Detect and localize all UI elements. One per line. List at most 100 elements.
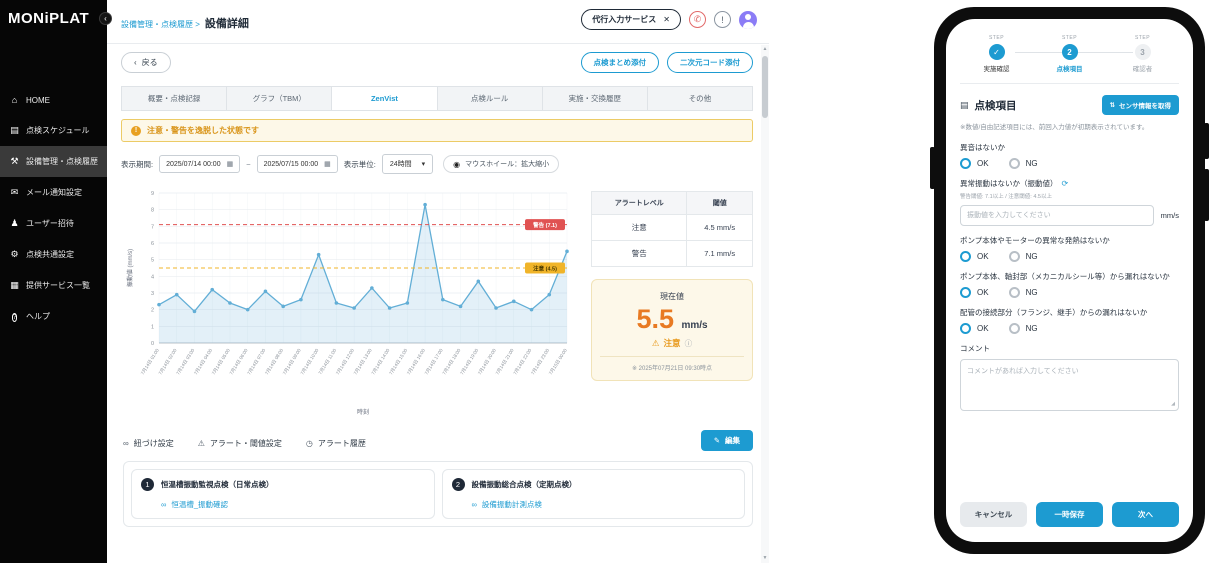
sidebar-item-services[interactable]: ▦ 提供サービス一覧 xyxy=(0,270,107,301)
inspection-link[interactable]: ∞ 設備振動計測点検 xyxy=(472,499,736,510)
mail-icon: ✉ xyxy=(10,187,19,197)
phone-side-button xyxy=(930,147,935,189)
cancel-button[interactable]: キャンセル xyxy=(960,502,1027,527)
comment-box: ◢ xyxy=(960,359,1179,412)
phone-header: ▤ 点検項目 ⇅ センサ情報を取得 xyxy=(960,95,1179,115)
phone-volume-button xyxy=(1204,123,1209,159)
tab-alert-history[interactable]: ◷ アラート履歴 xyxy=(306,438,366,449)
question-text: 異音はないか xyxy=(960,143,1005,153)
cell-caution-value: 4.5 mm/s xyxy=(686,214,753,241)
breadcrumb: 設備管理・点検履歴 > 設備詳細 xyxy=(121,15,249,31)
tab-alert-threshold-settings[interactable]: ⚠ アラート・閾値設定 xyxy=(198,438,282,449)
question-pipe-leak: 配管の接続部分（フランジ、継手）からの漏れはないか OK NG xyxy=(960,307,1179,335)
tab-zenvist[interactable]: ZenVist xyxy=(332,86,438,111)
check-icon: ✓ xyxy=(993,47,1000,57)
tab-label: アラート履歴 xyxy=(317,438,366,448)
tab-inspection-rules[interactable]: 点検ルール xyxy=(437,86,543,111)
vibration-value-input[interactable] xyxy=(960,205,1154,227)
sensor-icon: ⇅ xyxy=(1109,102,1115,109)
linked-inspection-card: 2 設備振動総合点検（定期点検） ∞ 設備振動計測点検 xyxy=(441,469,745,519)
sidebar-item-label: 点検スケジュール xyxy=(26,126,90,135)
save-draft-button[interactable]: 一時保存 xyxy=(1036,502,1103,527)
help-icon: ? xyxy=(11,313,18,322)
radio-label: OK xyxy=(977,159,989,169)
comment-textarea[interactable] xyxy=(960,359,1179,412)
sidebar-item-home[interactable]: ⌂ HOME xyxy=(0,85,107,115)
scrollbar-up-arrow[interactable]: ▲ xyxy=(761,45,769,54)
svg-text:9: 9 xyxy=(151,191,154,197)
table-row: 注意 4.5 mm/s xyxy=(590,214,753,241)
notification-icon[interactable]: ! xyxy=(714,11,731,28)
current-value-timestamp: ※ 2025年07月21日 09:30時点 xyxy=(600,356,744,372)
sidebar-item-label: 提供サービス一覧 xyxy=(26,281,90,290)
step-3-approver[interactable]: STEP 3 確認者 xyxy=(1106,35,1179,73)
breadcrumb-parent-link[interactable]: 設備管理・点検履歴 > xyxy=(121,19,200,30)
radio-label: NG xyxy=(1025,252,1038,262)
sidebar-collapse-button[interactable]: ‹ xyxy=(99,12,112,25)
display-unit-select[interactable]: 24時間 ▾ xyxy=(381,154,434,174)
link-icon: ∞ xyxy=(471,500,477,509)
scrollbar-down-arrow[interactable]: ▼ xyxy=(761,554,769,563)
sidebar-item-common-settings[interactable]: ⚙ 点検共通設定 xyxy=(0,239,107,270)
proxy-input-service-button[interactable]: 代行入力サービス ✕ xyxy=(581,9,681,30)
status-badge: ⚠ 注意 ⓘ xyxy=(600,337,744,349)
svg-text:7: 7 xyxy=(151,224,154,230)
avatar[interactable] xyxy=(739,10,757,29)
date-to-input[interactable]: 2025/07/15 00:00 ▦ xyxy=(256,155,338,173)
info-icon[interactable]: ⓘ xyxy=(685,338,693,349)
sidebar-item-equipment-history[interactable]: ⚒ 設備管理・点検履歴 xyxy=(0,146,107,177)
chart-controls: 表示期間: 2025/07/14 00:00 ▦ ~ 2025/07/15 00… xyxy=(121,154,753,174)
sidebar-item-user-invite[interactable]: ♟ ユーザー招待 xyxy=(0,208,107,239)
refresh-icon[interactable]: ⟳ xyxy=(1062,179,1069,188)
radio-ok[interactable]: OK xyxy=(960,287,989,299)
vibration-chart[interactable]: 0 1 2 3 4 5 6 7 8 9 警告 (7.1) 注意 (4.5) 7月14日 01:00 7月1… xyxy=(123,183,585,417)
radio-ok[interactable]: OK xyxy=(960,323,989,335)
resize-grip-icon[interactable]: ◢ xyxy=(1171,401,1175,407)
alert-side-panel: アラートレベル 閾値 注意 4.5 mm/s 警告 7.1 mm/s 現在値 5… xyxy=(590,191,753,382)
svg-text:時刻: 時刻 xyxy=(357,408,369,416)
cell-caution-level: 注意 xyxy=(590,214,688,241)
step-1-confirm[interactable]: STEP ✓ 実施確認 xyxy=(960,35,1033,73)
attach-inspection-summary-button[interactable]: 点検まとめ添付 xyxy=(580,52,659,73)
get-sensor-info-button[interactable]: ⇅ センサ情報を取得 xyxy=(1101,95,1179,115)
edit-button[interactable]: ✎ 編集 xyxy=(700,430,753,451)
back-button[interactable]: ‹ 戻る xyxy=(121,52,171,73)
radio-group: OK NG xyxy=(960,251,1179,263)
page-title: 設備詳細 xyxy=(204,18,249,30)
line-chart-svg: 0123456789警告 (7.1)注意 (4.5)7月14日 01:007月1… xyxy=(126,191,569,416)
tab-overview-records[interactable]: 概要・点検記録 xyxy=(121,86,228,111)
radio-dot xyxy=(960,287,971,299)
radio-ng[interactable]: NG xyxy=(1008,158,1038,170)
question-text: ポンプ本体やモーターの異常な発熱はないか xyxy=(960,236,1110,246)
radio-ok[interactable]: OK xyxy=(960,158,989,170)
current-value-card: 現在値 5.5 mm/s ⚠ 注意 ⓘ ※ 2025年07月21日 09:30時… xyxy=(591,279,753,382)
attach-qr-code-button[interactable]: 二次元コード添付 xyxy=(667,52,753,73)
radio-ng[interactable]: NG xyxy=(1008,323,1038,335)
step-circle: 2 xyxy=(1061,44,1078,60)
sidebar-item-help[interactable]: ? ヘルプ xyxy=(0,301,107,332)
step-2-items[interactable]: STEP 2 点検項目 xyxy=(1033,35,1106,73)
calendar-icon: ▤ xyxy=(10,125,19,135)
close-icon[interactable]: ✕ xyxy=(663,15,670,24)
radio-dot xyxy=(1008,158,1020,170)
date-from-input[interactable]: 2025/07/14 00:00 ▦ xyxy=(159,155,241,173)
tab-link-settings[interactable]: ∞ 紐づけ設定 xyxy=(123,438,174,449)
radio-ng[interactable]: NG xyxy=(1008,251,1038,263)
current-value-label: 現在値 xyxy=(660,292,684,301)
inspection-link[interactable]: ∞ 恒温槽_振動確認 xyxy=(161,499,425,510)
number-badge: 2 xyxy=(451,478,465,491)
support-phone-icon[interactable]: ✆ xyxy=(689,11,706,28)
radio-ng[interactable]: NG xyxy=(1008,287,1038,299)
tab-other[interactable]: その他 xyxy=(647,86,754,111)
phone-power-button xyxy=(1204,169,1209,221)
scrollbar-thumb[interactable] xyxy=(762,56,768,118)
tab-graph-tbm[interactable]: グラフ（TBM） xyxy=(227,86,333,111)
radio-ok[interactable]: OK xyxy=(960,251,989,263)
next-button[interactable]: 次へ xyxy=(1112,502,1179,527)
tab-label: アラート・閾値設定 xyxy=(209,438,282,448)
sidebar-item-mail-settings[interactable]: ✉ メール通知設定 xyxy=(0,177,107,208)
comment-label: コメント xyxy=(960,344,990,354)
card-header: 1 恒温槽振動監視点検（日常点検） xyxy=(141,478,425,491)
sidebar-item-inspection-schedule[interactable]: ▤ 点検スケジュール xyxy=(0,115,107,146)
tab-execution-history[interactable]: 実施・交換履歴 xyxy=(542,86,648,111)
